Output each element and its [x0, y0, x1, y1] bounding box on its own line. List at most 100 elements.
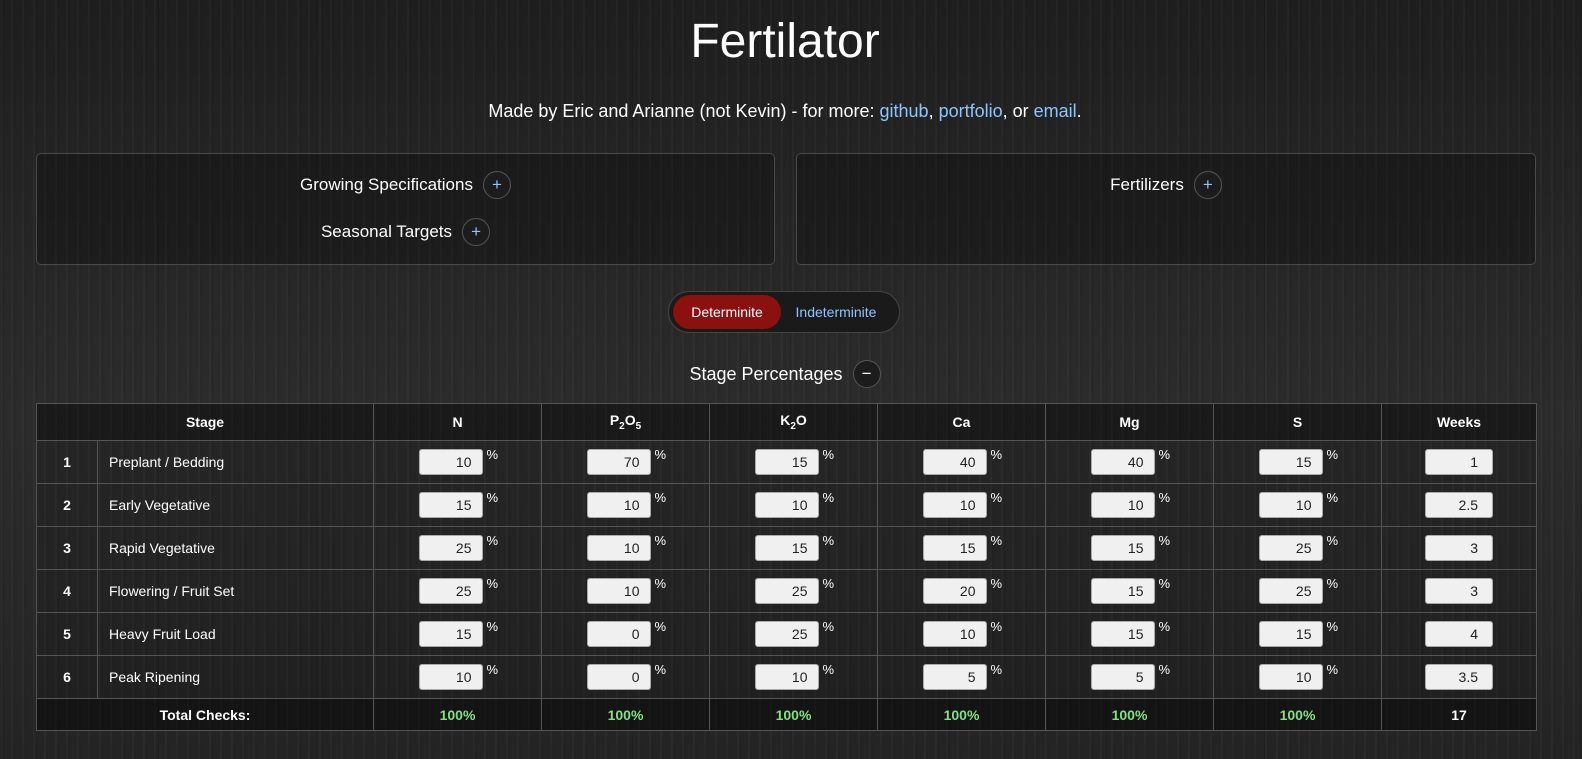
header-stage: Stage [36, 403, 374, 441]
table-row: 3 Rapid Vegetative 25% 10% 15% 15% 15% 25% 3 [36, 526, 1537, 570]
p2o5-percentage-input[interactable]: 0 [586, 621, 651, 647]
stage-percentages-label: Stage Percentages [689, 363, 843, 384]
p2o5-percentage-input[interactable]: 70 [586, 449, 651, 475]
s-percentage-input[interactable]: 10 [1258, 664, 1323, 690]
percent-sign: % [822, 490, 835, 505]
k2o-percentage-input[interactable]: 10 [754, 492, 819, 518]
p2o5-percentage-input[interactable]: 10 [586, 578, 651, 604]
k2o-percentage-input[interactable]: 10 [754, 664, 819, 690]
s-cell: 15% [1213, 612, 1382, 656]
mg-percentage-input[interactable]: 15 [1090, 621, 1155, 647]
ca-percentage-input[interactable]: 10 [922, 621, 987, 647]
determinite-option[interactable]: Determinite [673, 295, 781, 329]
ca-cell: 20% [877, 569, 1046, 613]
specifications-panel: Growing Specifications + Seasonal Target… [36, 153, 775, 265]
percent-sign: % [822, 576, 835, 591]
header-n: N [373, 403, 542, 441]
percent-sign: % [486, 533, 499, 548]
p2o5-cell: 0% [541, 612, 710, 656]
k2o-percentage-input[interactable]: 15 [754, 535, 819, 561]
growth-type-toggle: Determinite Indeterminite [668, 291, 900, 333]
expand-seasonal-targets-button[interactable]: + [462, 218, 491, 246]
percent-sign: % [1158, 447, 1171, 462]
percent-sign: % [1326, 533, 1339, 548]
mg-percentage-input[interactable]: 10 [1090, 492, 1155, 518]
ca-cell: 10% [877, 612, 1046, 656]
ca-cell: 15% [877, 526, 1046, 570]
p2o5-cell: 10% [541, 526, 710, 570]
collapse-stage-percentages-button[interactable]: − [852, 360, 881, 388]
s-percentage-input[interactable]: 15 [1258, 449, 1323, 475]
stage-number: 1 [36, 440, 98, 484]
p2o5-percentage-input[interactable]: 0 [586, 664, 651, 690]
mg-percentage-input[interactable]: 15 [1090, 578, 1155, 604]
n-percentage-input[interactable]: 10 [418, 664, 483, 690]
ca-percentage-input[interactable]: 40 [922, 449, 987, 475]
percent-sign: % [1326, 619, 1339, 634]
n-percentage-input[interactable]: 25 [418, 578, 483, 604]
stage-number: 4 [36, 569, 98, 613]
k2o-percentage-input[interactable]: 15 [754, 449, 819, 475]
ca-cell: 40% [877, 440, 1046, 484]
indeterminite-option[interactable]: Indeterminite [781, 295, 891, 329]
k2o-percentage-input[interactable]: 25 [754, 621, 819, 647]
ca-percentage-input[interactable]: 5 [922, 664, 987, 690]
p2o5-cell: 10% [541, 569, 710, 613]
s-percentage-input[interactable]: 25 [1258, 535, 1323, 561]
n-cell: 15% [373, 483, 542, 527]
ca-cell: 5% [877, 655, 1046, 699]
weeks-input[interactable]: 1 [1425, 449, 1493, 475]
s-cell: 25% [1213, 526, 1382, 570]
k2o-cell: 10% [709, 655, 878, 699]
s-percentage-input[interactable]: 10 [1258, 492, 1323, 518]
n-cell: 25% [373, 569, 542, 613]
percent-sign: % [654, 576, 667, 591]
weeks-input[interactable]: 3 [1425, 535, 1493, 561]
n-percentage-input[interactable]: 15 [418, 492, 483, 518]
github-link[interactable]: github [880, 101, 929, 121]
n-percentage-input[interactable]: 25 [418, 535, 483, 561]
s-percentage-input[interactable]: 25 [1258, 578, 1323, 604]
header-weeks: Weeks [1381, 403, 1537, 441]
table-header-row: Stage N P2O5 K2O Ca Mg S Weeks [36, 403, 1537, 441]
expand-growing-specifications-button[interactable]: + [482, 171, 511, 199]
percent-sign: % [990, 533, 1003, 548]
ca-percentage-input[interactable]: 10 [922, 492, 987, 518]
weeks-input[interactable]: 3.5 [1425, 664, 1493, 690]
total-n: 100% [373, 698, 542, 731]
n-percentage-input[interactable]: 15 [418, 621, 483, 647]
stage-name: Heavy Fruit Load [97, 612, 374, 656]
stage-percentages-table: Stage N P2O5 K2O Ca Mg S Weeks 1 Preplant… [36, 403, 1537, 731]
byline-text: Made by Eric and Arianne (not Kevin) - f… [488, 101, 880, 121]
table-row: 5 Heavy Fruit Load 15% 0% 25% 10% 15% 15% 4 [36, 612, 1537, 656]
ca-percentage-input[interactable]: 20 [922, 578, 987, 604]
expand-fertilizers-button[interactable]: + [1193, 171, 1222, 199]
mg-cell: 10% [1045, 483, 1214, 527]
p2o5-percentage-input[interactable]: 10 [586, 535, 651, 561]
s-percentage-input[interactable]: 15 [1258, 621, 1323, 647]
k2o-cell: 15% [709, 440, 878, 484]
stage-number: 3 [36, 526, 98, 570]
mg-percentage-input[interactable]: 5 [1090, 664, 1155, 690]
mg-percentage-input[interactable]: 15 [1090, 535, 1155, 561]
total-s: 100% [1213, 698, 1382, 731]
portfolio-link[interactable]: portfolio [939, 101, 1003, 121]
n-percentage-input[interactable]: 10 [418, 449, 483, 475]
p2o5-percentage-input[interactable]: 10 [586, 492, 651, 518]
total-mg: 100% [1045, 698, 1214, 731]
mg-percentage-input[interactable]: 40 [1090, 449, 1155, 475]
stage-name: Peak Ripening [97, 655, 374, 699]
email-link[interactable]: email [1034, 101, 1077, 121]
weeks-input[interactable]: 3 [1425, 578, 1493, 604]
table-row: 1 Preplant / Bedding 10% 70% 15% 40% 40% 15% 1 [36, 440, 1537, 484]
ca-percentage-input[interactable]: 15 [922, 535, 987, 561]
s-cell: 15% [1213, 440, 1382, 484]
k2o-percentage-input[interactable]: 25 [754, 578, 819, 604]
percent-sign: % [654, 619, 667, 634]
mg-cell: 40% [1045, 440, 1214, 484]
stage-number: 6 [36, 655, 98, 699]
weeks-input[interactable]: 4 [1425, 621, 1493, 647]
seasonal-targets-label: Seasonal Targets [320, 222, 453, 241]
percent-sign: % [1326, 490, 1339, 505]
weeks-input[interactable]: 2.5 [1425, 492, 1493, 518]
